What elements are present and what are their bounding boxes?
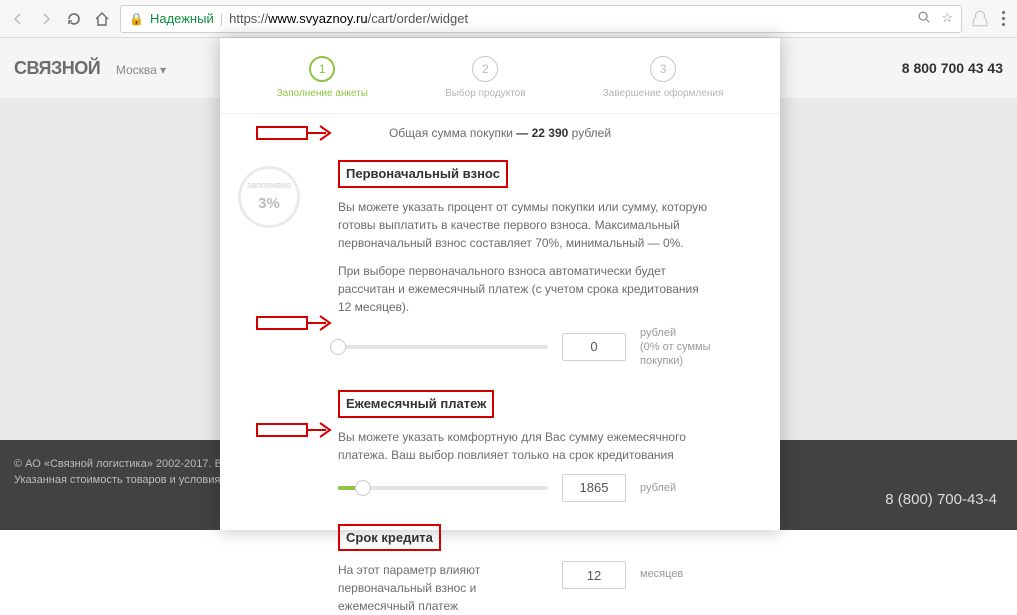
site-logo: СВЯЗНОЙ	[14, 58, 100, 78]
header-phone: 8 800 700 43 43	[902, 60, 1003, 76]
home-icon[interactable]	[92, 9, 112, 29]
progress-badge: заполнено 3%	[238, 166, 300, 228]
monthly-payment-title: Ежемесячный платеж	[338, 390, 494, 418]
total-sum: Общая сумма покупки — 22 390 рублей	[248, 124, 752, 142]
reload-icon[interactable]	[64, 9, 84, 29]
menu-icon[interactable]	[998, 7, 1009, 30]
secure-label: Надежный	[150, 11, 214, 26]
back-icon[interactable]	[8, 9, 28, 29]
footer-phone: 8 (800) 700-43-4	[885, 491, 997, 508]
monthly-payment-slider[interactable]	[338, 486, 548, 490]
loan-term-desc: На этот параметр влияют первоначальный в…	[338, 561, 548, 615]
slider-thumb[interactable]	[355, 480, 371, 496]
lock-icon: 🔒	[129, 12, 144, 26]
monthly-payment-unit: рублей	[640, 481, 676, 495]
section-down-payment: Первоначальный взнос Вы можете указать п…	[338, 160, 752, 368]
chevron-down-icon: ▾	[160, 63, 166, 77]
down-payment-unit: рублей (0% от суммы покупки)	[640, 326, 750, 369]
step-2[interactable]: 2 Выбор продуктов	[445, 56, 525, 99]
section-monthly-payment: Ежемесячный платеж Вы можете указать ком…	[338, 390, 752, 502]
monthly-payment-desc: Вы можете указать комфортную для Вас сум…	[338, 428, 708, 464]
down-payment-input[interactable]	[562, 333, 626, 361]
down-payment-title: Первоначальный взнос	[338, 160, 508, 188]
loan-term-unit: месяцев	[640, 561, 683, 581]
extension-icon[interactable]	[970, 9, 990, 29]
monthly-payment-input[interactable]	[562, 474, 626, 502]
down-payment-desc1: Вы можете указать процент от суммы покуп…	[338, 198, 708, 252]
search-in-page-icon[interactable]	[917, 10, 931, 27]
slider-thumb[interactable]	[330, 339, 346, 355]
browser-toolbar: 🔒 Надежный | https://www.svyaznoy.ru/car…	[0, 0, 1017, 38]
city-selector[interactable]: Москва ▾	[116, 63, 166, 77]
steps-nav: 1 Заполнение анкеты 2 Выбор продуктов 3 …	[220, 50, 780, 114]
order-widget-modal: 1 Заполнение анкеты 2 Выбор продуктов 3 …	[220, 38, 780, 530]
step-3[interactable]: 3 Завершение оформления	[603, 56, 724, 99]
forward-icon[interactable]	[36, 9, 56, 29]
down-payment-desc2: При выборе первоначального взноса автома…	[338, 262, 708, 316]
loan-term-input[interactable]	[562, 561, 626, 589]
address-bar[interactable]: 🔒 Надежный | https://www.svyaznoy.ru/car…	[120, 5, 962, 33]
loan-term-title: Срок кредита	[338, 524, 441, 552]
section-loan-term: Срок кредита На этот параметр влияют пер…	[338, 524, 752, 615]
star-icon[interactable]: ☆	[941, 10, 953, 27]
step-1[interactable]: 1 Заполнение анкеты	[277, 56, 368, 99]
url: https://www.svyaznoy.ru/cart/order/widge…	[229, 11, 468, 26]
down-payment-slider[interactable]	[338, 345, 548, 349]
